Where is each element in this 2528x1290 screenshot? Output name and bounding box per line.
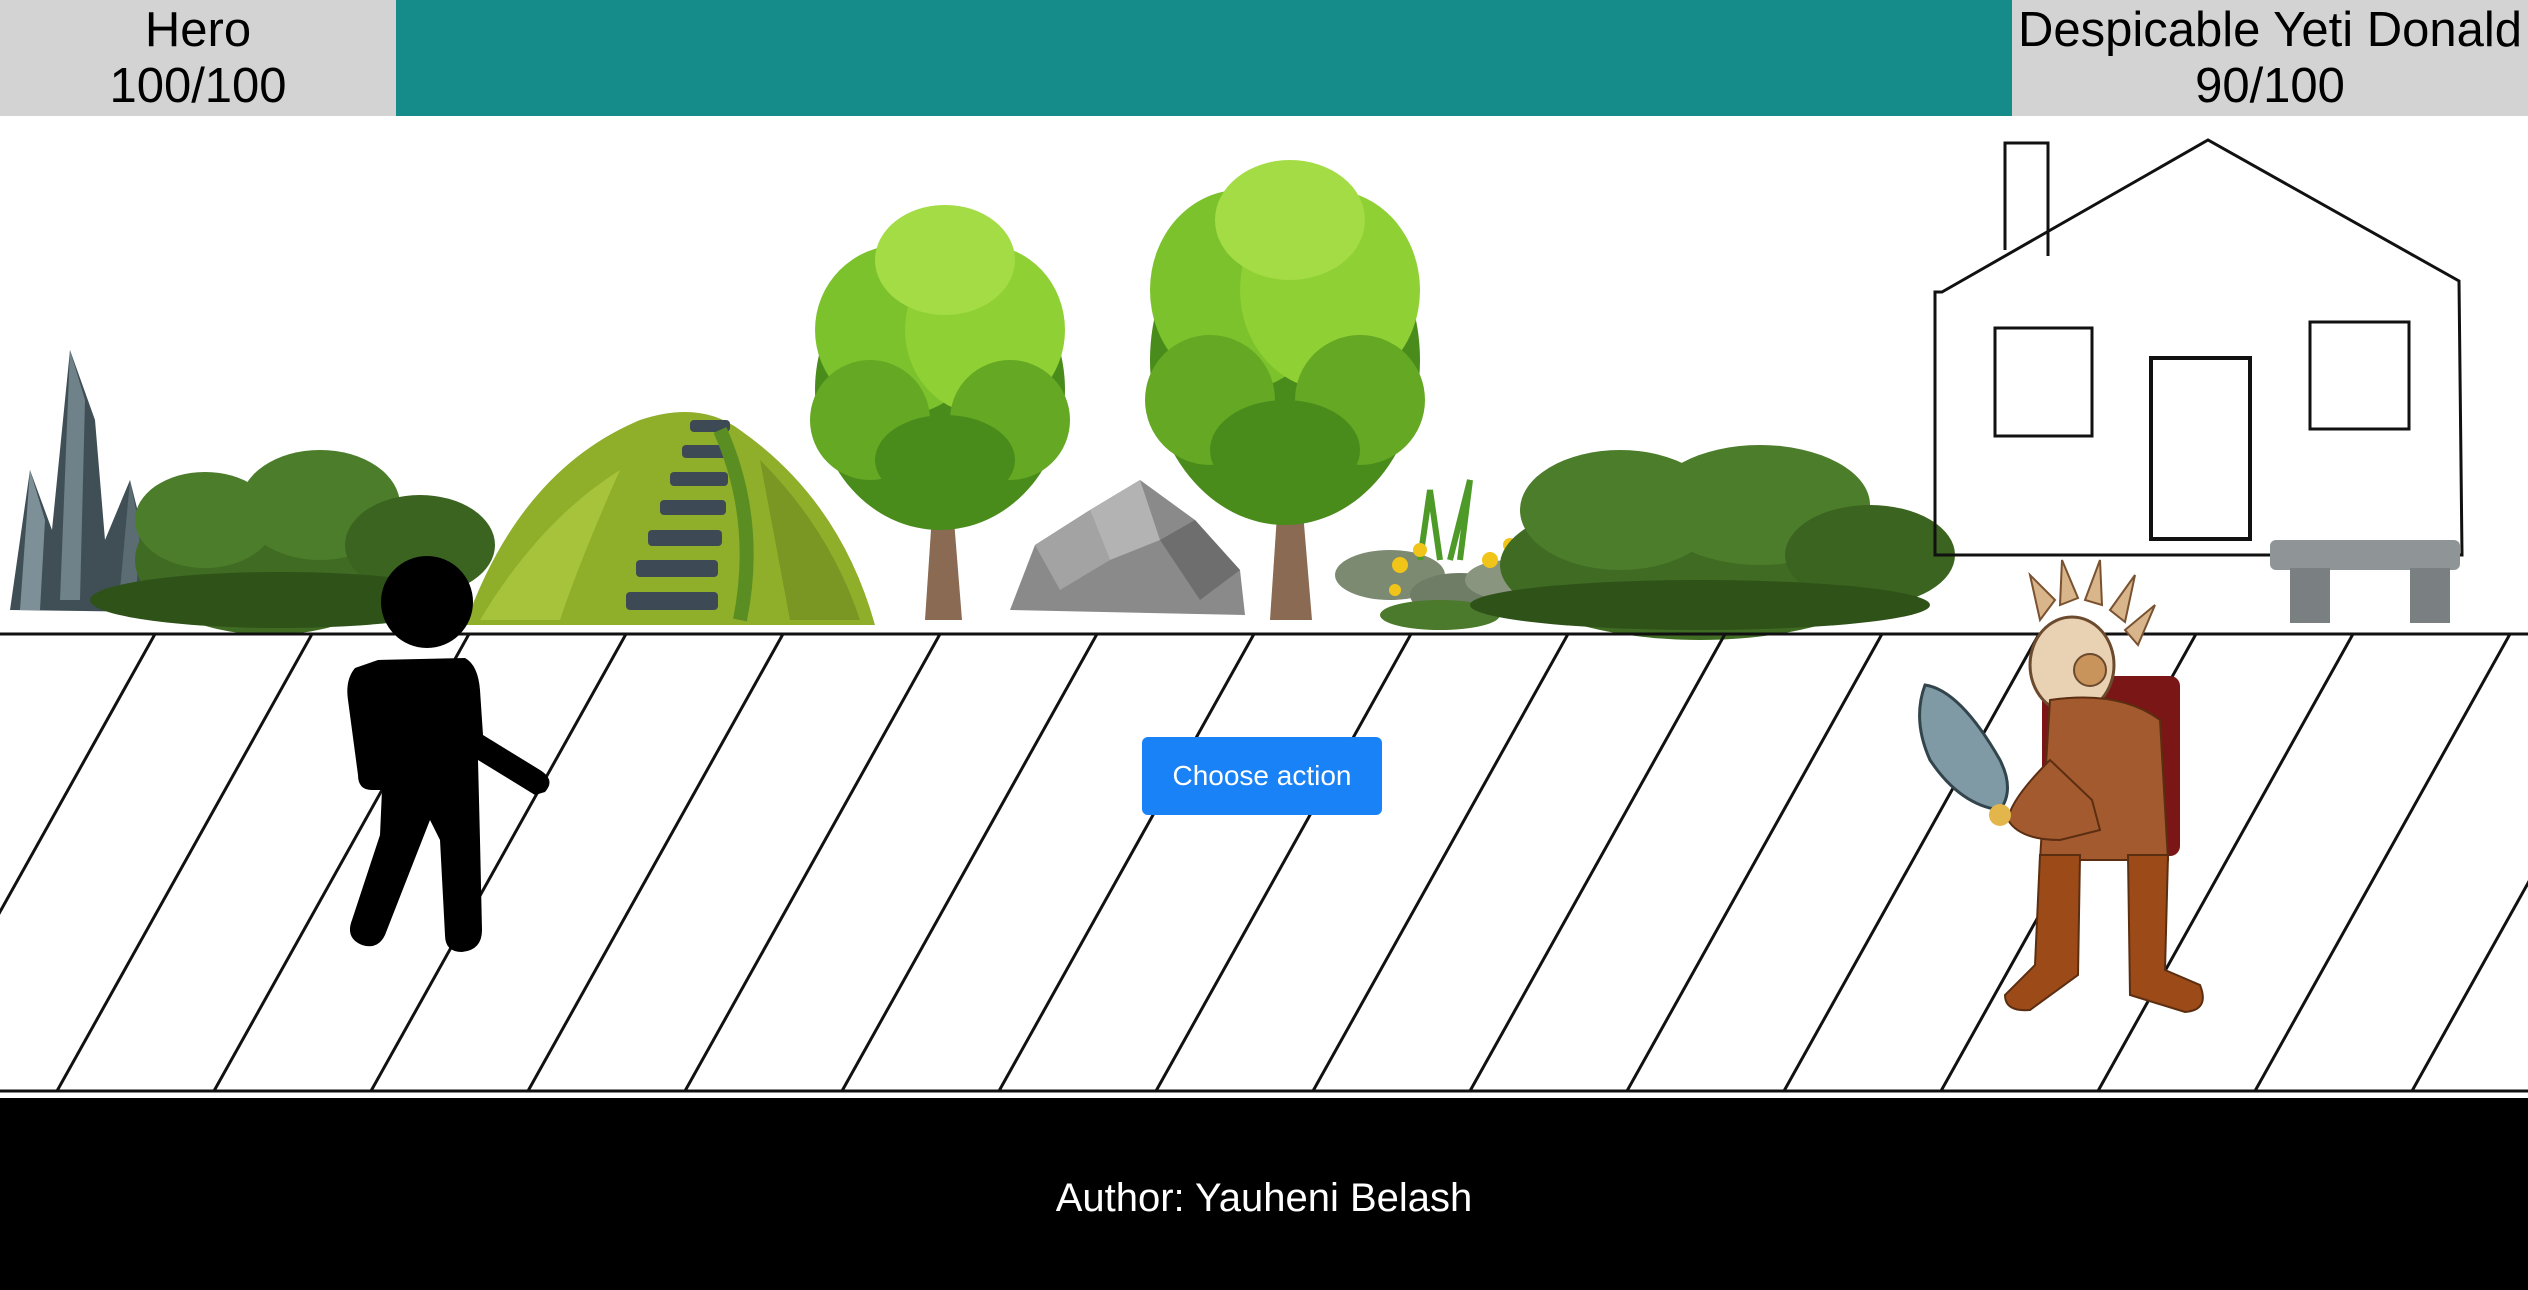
- stone-bench: [2270, 540, 2460, 623]
- road-hatch-line: [1311, 634, 1570, 1091]
- right-bush: [1470, 445, 1955, 640]
- status-bar-center: [396, 0, 2012, 116]
- enemy-name: Despicable Yeti Donald: [2018, 3, 2522, 57]
- road-hatch-line: [1625, 634, 1884, 1091]
- enemy-character: [1918, 559, 2204, 1014]
- road-hatch-line: [55, 634, 314, 1091]
- grey-boulder: [1010, 480, 1245, 615]
- road-hatch-line: [997, 634, 1256, 1091]
- game-screen: Hero 100/100 Despicable Yeti Donald 90/1…: [0, 0, 2528, 1290]
- enemy-hp: 90/100: [2195, 59, 2345, 113]
- battle-scene: [0, 138, 2528, 1093]
- house: [1933, 138, 2464, 557]
- hero-status-panel: Hero 100/100: [0, 0, 396, 116]
- road-hatch-line: [526, 634, 785, 1091]
- choose-action-button[interactable]: Choose action: [1142, 737, 1382, 815]
- road-hatch-line: [1154, 634, 1413, 1091]
- road-hatch-line: [1782, 634, 2041, 1091]
- road-hatch-line: [2253, 634, 2512, 1091]
- road-hatch-line: [683, 634, 942, 1091]
- road-hatch-line: [1468, 634, 1727, 1091]
- road-hatch-line: [840, 634, 1099, 1091]
- road-hatch-line: [0, 634, 157, 915]
- enemy-status-panel: Despicable Yeti Donald 90/100: [2012, 0, 2528, 116]
- footer: Author: Yauheni Belash: [0, 1098, 2528, 1290]
- mossy-hill: [465, 412, 875, 625]
- road-hatch-line: [2410, 880, 2528, 1091]
- hero-name: Hero: [144, 3, 252, 57]
- author-credit: Author: Yauheni Belash: [1055, 1176, 1473, 1220]
- hero-hp: 100/100: [109, 59, 287, 113]
